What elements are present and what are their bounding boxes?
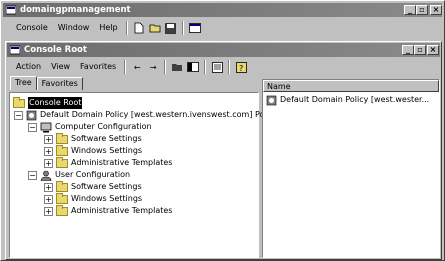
scope-tabs: Tree Favorites xyxy=(10,76,83,91)
folder-icon xyxy=(13,96,25,108)
tree-label: Default Domain Policy [west.western.iven… xyxy=(40,110,278,119)
child-title: Console Root xyxy=(24,45,87,55)
child-maximize-button[interactable]: ▫ xyxy=(414,45,426,55)
menu-help[interactable]: Help xyxy=(94,21,122,35)
console-icon xyxy=(10,45,20,55)
new-window-icon[interactable] xyxy=(188,21,202,35)
export-list-icon[interactable] xyxy=(210,60,224,74)
expand-icon[interactable]: + xyxy=(44,158,53,168)
tree-item-user-config[interactable]: − User Configuration xyxy=(28,169,130,181)
toolbar-separator xyxy=(125,21,128,35)
maximize-button[interactable]: ▫ xyxy=(416,5,428,15)
tree-item-user-windows-settings[interactable]: + Windows Settings xyxy=(44,192,143,205)
user-icon xyxy=(40,170,52,181)
main-menubar: Console Window Help xyxy=(11,20,203,36)
collapse-icon[interactable]: − xyxy=(14,110,23,120)
tree-item-software-settings[interactable]: + Software Settings xyxy=(44,132,142,145)
mmc-icon xyxy=(6,5,16,15)
list-item[interactable]: Default Domain Policy [west.wester... xyxy=(266,94,429,106)
policy-icon xyxy=(266,95,277,106)
tree-item-console-root[interactable]: Console Root xyxy=(13,96,83,109)
expand-icon[interactable]: + xyxy=(44,134,53,144)
result-pane[interactable]: Name Default Domain Policy [west.wester.… xyxy=(262,79,440,258)
column-header-name[interactable]: Name xyxy=(263,80,439,92)
tree-label: Windows Settings xyxy=(71,194,143,203)
computer-icon xyxy=(40,122,52,133)
menu-favorites[interactable]: Favorites xyxy=(75,60,121,74)
app-window: domaingpmanagement _ ▫ × Console Window … xyxy=(0,0,445,261)
tree-item-policy[interactable]: − Default Domain Policy [west.western.iv… xyxy=(14,109,278,121)
help-icon[interactable]: ? xyxy=(234,60,248,74)
tree-label: User Configuration xyxy=(55,170,131,179)
list-item-label: Default Domain Policy [west.wester... xyxy=(280,95,430,104)
folder-icon xyxy=(56,132,68,144)
action-menubar: Action View Favorites ← → ? xyxy=(11,59,249,75)
collapse-icon[interactable]: − xyxy=(28,122,37,132)
folder-icon xyxy=(56,192,68,204)
back-arrow-icon[interactable]: ← xyxy=(130,60,144,74)
toolbar-separator xyxy=(164,60,167,74)
expand-icon[interactable]: + xyxy=(44,194,53,204)
policy-icon xyxy=(26,110,37,121)
menu-action[interactable]: Action xyxy=(11,60,46,74)
folder-icon xyxy=(56,156,68,168)
save-icon[interactable] xyxy=(164,21,178,35)
console-root-window: Console Root _ ▫ × Action View Favorites… xyxy=(5,41,442,260)
folder-icon xyxy=(56,180,68,192)
tree-item-user-admin-templates[interactable]: + Administrative Templates xyxy=(44,204,173,217)
close-button[interactable]: × xyxy=(430,5,442,15)
menu-console[interactable]: Console xyxy=(11,21,53,35)
toolbar-separator xyxy=(181,21,184,35)
expand-icon[interactable]: + xyxy=(44,206,53,216)
tree-label: Administrative Templates xyxy=(71,206,173,215)
folder-icon xyxy=(56,144,68,156)
toolbar-separator xyxy=(228,60,231,74)
svg-text:?: ? xyxy=(239,64,243,73)
tree-label: Console Root xyxy=(28,97,83,109)
tree-label: Computer Configuration xyxy=(55,122,152,131)
child-minimize-button[interactable]: _ xyxy=(402,45,414,55)
tree-item-admin-templates[interactable]: + Administrative Templates xyxy=(44,156,173,169)
folder-icon xyxy=(56,204,68,216)
tree-pane[interactable]: Console Root − Default Domain Policy [we… xyxy=(9,92,278,258)
collapse-icon[interactable]: − xyxy=(28,170,37,180)
tree-item-user-software-settings[interactable]: + Software Settings xyxy=(44,180,142,193)
menu-window[interactable]: Window xyxy=(53,21,95,35)
tree-label: Software Settings xyxy=(71,134,142,143)
forward-arrow-icon[interactable]: → xyxy=(146,60,160,74)
open-icon[interactable] xyxy=(148,21,162,35)
toolbar-separator xyxy=(124,60,127,74)
toolbar-separator xyxy=(204,60,207,74)
new-icon[interactable] xyxy=(132,21,146,35)
minimize-button[interactable]: _ xyxy=(404,5,416,15)
show-tree-icon[interactable] xyxy=(186,60,200,74)
expand-icon[interactable]: + xyxy=(44,182,53,192)
tree-item-windows-settings[interactable]: + Windows Settings xyxy=(44,144,143,157)
menu-view[interactable]: View xyxy=(46,60,75,74)
app-title: domaingpmanagement xyxy=(20,5,131,15)
child-close-button[interactable]: × xyxy=(427,45,439,55)
tree-item-computer-config[interactable]: − Computer Configuration xyxy=(28,121,152,133)
tree-label: Windows Settings xyxy=(71,146,143,155)
tab-tree[interactable]: Tree xyxy=(10,76,37,90)
expand-icon[interactable]: + xyxy=(44,146,53,156)
tab-favorites[interactable]: Favorites xyxy=(36,77,83,90)
tree-label: Administrative Templates xyxy=(71,158,173,167)
tree-label: Software Settings xyxy=(71,182,142,191)
up-folder-icon[interactable] xyxy=(170,60,184,74)
child-title-bar[interactable]: Console Root _ ▫ × xyxy=(7,43,440,57)
app-title-bar[interactable]: domaingpmanagement _ ▫ × xyxy=(3,3,442,17)
